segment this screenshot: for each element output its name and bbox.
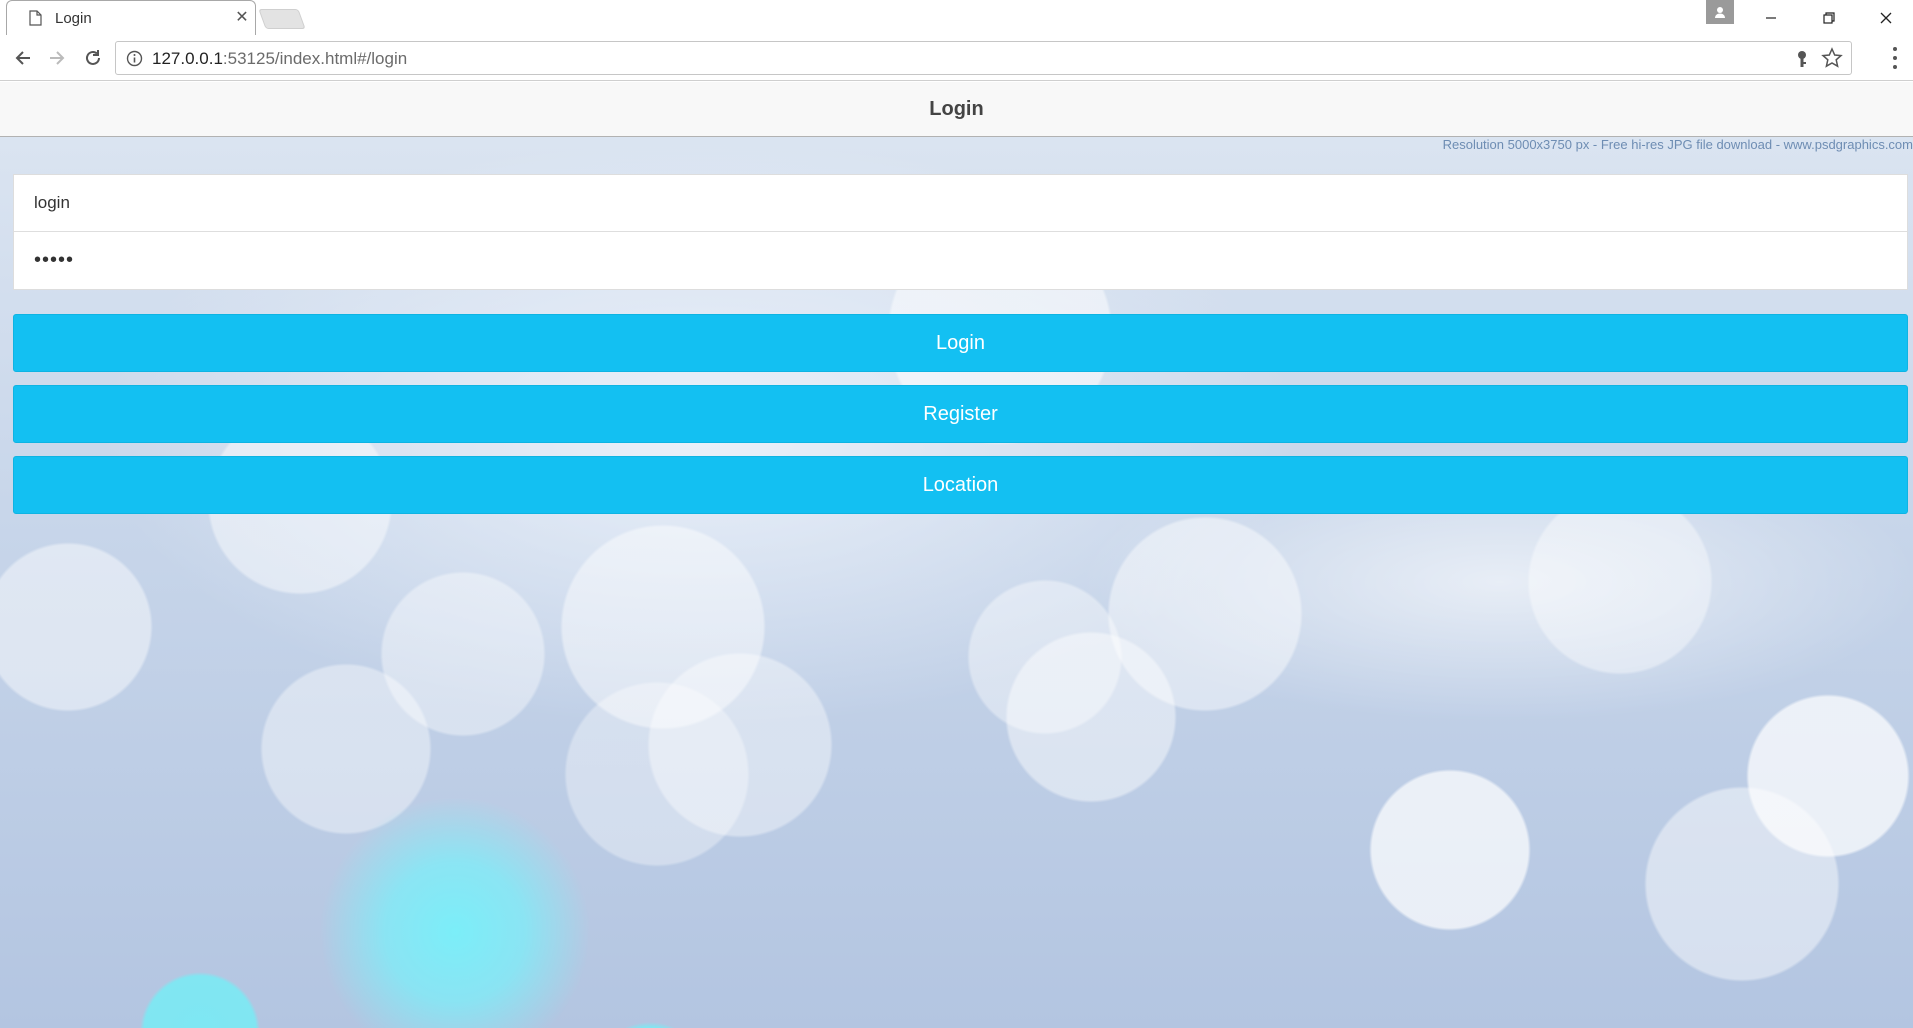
browser-tab[interactable]: Login ✕ [6,0,256,35]
new-tab-button[interactable] [258,9,306,29]
background-watermark: Resolution 5000x3750 px - Free hi-res JP… [1442,137,1913,152]
password-row [14,232,1907,289]
password-field[interactable] [34,232,1884,288]
app-viewport: Login Resolution 5000x3750 px - Free hi-… [0,82,1913,1028]
register-button[interactable]: Register [13,385,1908,443]
tab-title: Login [55,10,92,27]
minimize-icon[interactable] [1742,0,1800,35]
page-title: Login [929,97,984,120]
reload-icon[interactable] [78,43,108,73]
login-field[interactable] [34,175,1884,231]
close-window-icon[interactable] [1858,0,1913,35]
login-form [13,174,1908,290]
info-icon[interactable] [126,50,143,67]
restore-icon[interactable] [1800,0,1858,35]
browser-toolbar: 127.0.0.1:53125/index.html#/login [0,35,1913,81]
back-icon[interactable] [8,43,38,73]
app-header: Login [0,82,1913,137]
page-icon [29,10,42,26]
star-icon[interactable] [1821,47,1843,69]
profile-icon[interactable] [1706,0,1734,24]
url-path: :53125/index.html#/login [222,49,408,68]
menu-icon[interactable] [1885,45,1905,71]
forward-icon[interactable] [42,43,72,73]
url-text: 127.0.0.1:53125/index.html#/login [152,49,407,69]
login-button[interactable]: Login [13,314,1908,372]
login-row [14,175,1907,232]
browser-tabstrip: Login ✕ [0,0,1913,35]
url-host: 127.0.0.1 [152,49,223,68]
location-button[interactable]: Location [13,456,1908,514]
close-icon[interactable]: ✕ [232,7,252,27]
address-bar[interactable]: 127.0.0.1:53125/index.html#/login [115,41,1852,75]
key-icon[interactable] [1793,49,1811,69]
